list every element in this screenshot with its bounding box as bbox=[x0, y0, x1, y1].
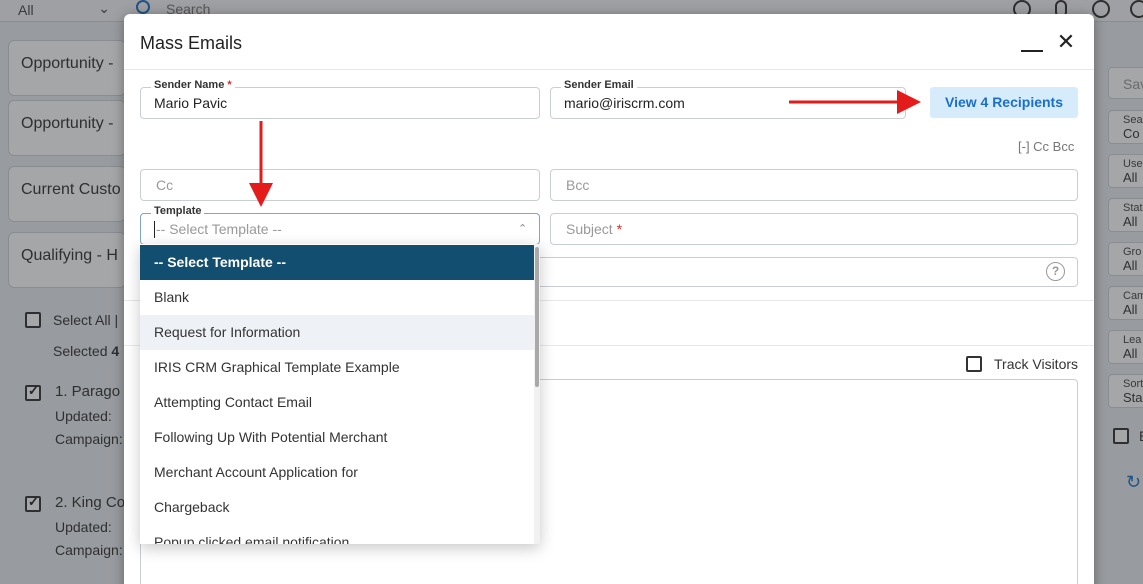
cc-bcc-toggle[interactable]: [-] Cc Bcc bbox=[1018, 139, 1074, 154]
cc-input[interactable]: Cc bbox=[140, 169, 540, 201]
template-option[interactable]: Attempting Contact Email bbox=[140, 385, 534, 420]
chevron-up-icon[interactable]: ⌃ bbox=[518, 222, 527, 235]
template-option[interactable]: -- Select Template -- bbox=[140, 245, 534, 280]
template-option[interactable]: Popup clicked email notification bbox=[140, 525, 534, 544]
sender-email-value: mario@iriscrm.com bbox=[564, 95, 685, 111]
template-label: Template bbox=[151, 205, 205, 217]
close-icon: ✕ bbox=[1056, 29, 1076, 54]
cc-placeholder: Cc bbox=[156, 177, 174, 193]
template-option[interactable]: IRIS CRM Graphical Template Example bbox=[140, 350, 534, 385]
sender-name-label: Sender Name * bbox=[151, 79, 235, 91]
sender-name-field[interactable]: Sender Name * Mario Pavic bbox=[140, 79, 540, 119]
help-icon[interactable]: ? bbox=[1046, 262, 1065, 281]
view-recipients-button[interactable]: View 4 Recipients bbox=[930, 87, 1078, 118]
template-select[interactable]: Template -- Select Template -- bbox=[140, 205, 540, 245]
dropdown-scrollbar-thumb[interactable] bbox=[535, 247, 539, 387]
template-placeholder: -- Select Template -- bbox=[156, 221, 282, 237]
track-visitors-label: Track Visitors bbox=[994, 356, 1079, 372]
template-dropdown: -- Select Template -- Blank Request for … bbox=[140, 244, 540, 544]
sender-email-label: Sender Email bbox=[561, 79, 637, 91]
sender-name-value: Mario Pavic bbox=[154, 95, 228, 111]
modal-title: Mass Emails bbox=[140, 33, 243, 53]
minimize-button[interactable] bbox=[1021, 42, 1043, 52]
close-button[interactable]: ✕ bbox=[1056, 29, 1076, 54]
sender-email-field[interactable]: Sender Email mario@iriscrm.com bbox=[550, 79, 906, 119]
template-option[interactable]: Chargeback bbox=[140, 490, 534, 525]
text-cursor bbox=[154, 221, 155, 238]
bcc-placeholder: Bcc bbox=[566, 177, 590, 193]
bcc-input[interactable]: Bcc bbox=[550, 169, 1078, 201]
template-option[interactable]: Merchant Account Application for bbox=[140, 455, 534, 490]
modal-header: Mass Emails ✕ bbox=[124, 14, 1094, 70]
subject-placeholder: Subject * bbox=[566, 221, 623, 237]
template-option[interactable]: Blank bbox=[140, 280, 534, 315]
subject-input[interactable]: Subject * bbox=[550, 213, 1078, 245]
track-visitors-checkbox[interactable] bbox=[966, 356, 982, 372]
template-option[interactable]: Following Up With Potential Merchant bbox=[140, 420, 534, 455]
template-option[interactable]: Request for Information bbox=[140, 315, 534, 350]
